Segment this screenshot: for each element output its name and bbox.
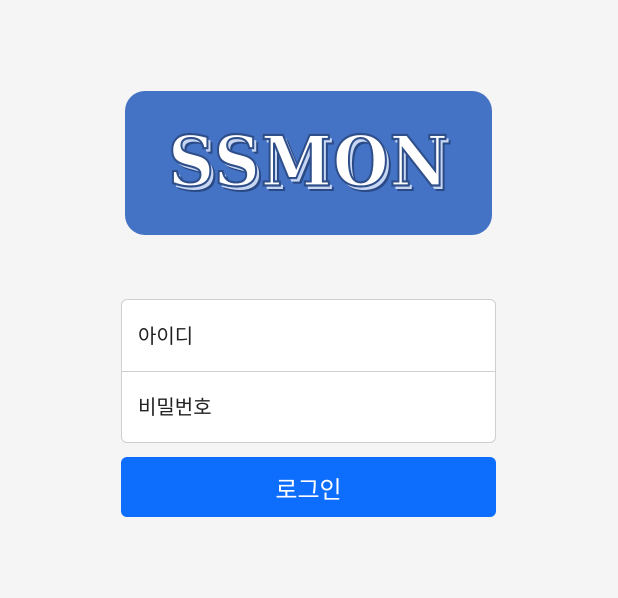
login-form <box>121 299 496 443</box>
id-input[interactable] <box>121 299 496 372</box>
password-input[interactable] <box>121 371 496 443</box>
brand-logo: SSMON <box>125 91 492 235</box>
brand-logo-text: SSMON <box>167 121 450 203</box>
login-button[interactable]: 로그인 <box>121 457 496 517</box>
